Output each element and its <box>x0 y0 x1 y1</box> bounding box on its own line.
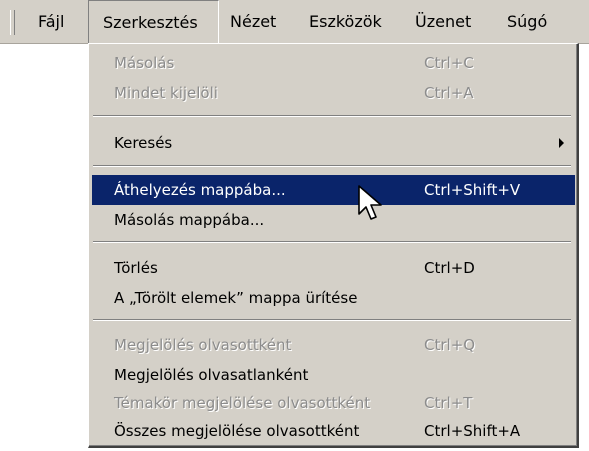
menu-file[interactable]: Fájl <box>38 0 64 43</box>
menu-item-mark-all-read[interactable]: Összes megjelölése olvasottként Ctrl+Shi… <box>89 416 575 446</box>
menu-item-shortcut: Ctrl+A <box>424 84 474 102</box>
menu-item-empty-deleted-items[interactable]: A „Törölt elemek” mappa ürítése <box>89 283 575 313</box>
menu-item-label: Összes megjelölése olvasottként <box>114 422 360 440</box>
menu-item-label: Keresés <box>114 134 173 152</box>
menu-item-label: Témakör megjelölése olvasottként <box>114 394 371 412</box>
menu-item-label: Áthelyezés mappába... <box>114 181 286 199</box>
menu-item-move-to-folder[interactable]: Áthelyezés mappába... Ctrl+Shift+V <box>92 175 575 205</box>
menu-item-shortcut: Ctrl+C <box>424 54 474 72</box>
menu-item-shortcut: Ctrl+D <box>424 259 475 277</box>
menu-item-shortcut: Ctrl+Q <box>424 336 476 354</box>
menu-message[interactable]: Üzenet <box>415 0 471 43</box>
menu-item-label: Másolás <box>114 54 175 72</box>
menu-bar: Fájl Szerkesztés Nézet Eszközök Üzenet S… <box>0 0 589 44</box>
menu-item-shortcut: Ctrl+Shift+A <box>424 422 521 440</box>
menu-item-label: Megjelölés olvasatlanként <box>114 366 309 384</box>
menu-item-label: Mindet kijelöli <box>114 84 218 102</box>
menu-item-label: Megjelölés olvasottként <box>114 336 292 354</box>
menu-item-shortcut: Ctrl+Shift+V <box>424 181 521 199</box>
menu-item-label: Másolás mappába... <box>114 211 265 229</box>
menu-item-label: Törlés <box>114 259 158 277</box>
menu-separator <box>93 115 571 117</box>
menu-item-delete[interactable]: Törlés Ctrl+D <box>89 253 575 283</box>
menu-item-mark-unread[interactable]: Megjelölés olvasatlanként <box>89 360 575 390</box>
menu-item-label: A „Törölt elemek” mappa ürítése <box>114 289 358 307</box>
mouse-pointer-icon <box>358 185 382 220</box>
menu-separator <box>93 319 571 321</box>
menu-item-copy-to-folder[interactable]: Másolás mappába... <box>89 205 575 235</box>
menu-item-copy[interactable]: Másolás Ctrl+C <box>89 48 575 78</box>
menu-tools[interactable]: Eszközök <box>309 0 382 43</box>
menu-view[interactable]: Nézet <box>230 0 276 43</box>
menu-item-mark-thread-read[interactable]: Témakör megjelölése olvasottként Ctrl+T <box>89 388 575 418</box>
menu-edit[interactable]: Szerkesztés <box>88 0 219 43</box>
menu-item-select-all[interactable]: Mindet kijelöli Ctrl+A <box>89 78 575 108</box>
menu-item-mark-read[interactable]: Megjelölés olvasottként Ctrl+Q <box>89 330 575 360</box>
toolbar-grip[interactable] <box>10 10 15 35</box>
chevron-right-icon <box>559 138 564 148</box>
edit-dropdown-menu: Másolás Ctrl+C Mindet kijelöli Ctrl+A Ke… <box>88 43 579 448</box>
menu-separator <box>93 165 571 167</box>
menu-item-find[interactable]: Keresés <box>89 128 575 158</box>
screen: Fájl Szerkesztés Nézet Eszközök Üzenet S… <box>0 0 589 451</box>
menu-separator <box>93 241 571 243</box>
menu-help[interactable]: Súgó <box>507 0 547 43</box>
menu-item-shortcut: Ctrl+T <box>424 394 473 412</box>
